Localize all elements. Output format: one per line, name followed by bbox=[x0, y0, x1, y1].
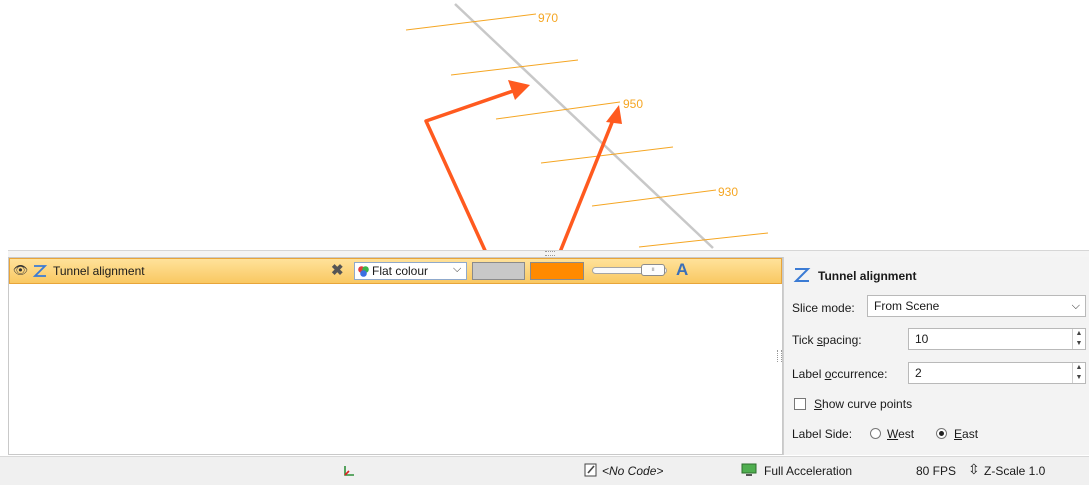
tick-950 bbox=[495, 101, 621, 120]
show-curve-points-label-a: S bbox=[814, 397, 823, 411]
code-value[interactable]: <No Code> bbox=[602, 464, 663, 478]
shape-row-tunnel-alignment[interactable]: 👁 Tunnel alignment ✖ Flat colour ⌵ ıı A bbox=[9, 258, 782, 284]
alignment-line bbox=[454, 3, 714, 249]
tick-960 bbox=[450, 59, 579, 76]
properties-panel: Tunnel alignment Slice mode: From Scene … bbox=[783, 257, 1089, 455]
polyline-icon bbox=[793, 268, 811, 282]
properties-title: Tunnel alignment bbox=[818, 269, 917, 283]
label-side-east-label[interactable]: East bbox=[954, 427, 978, 441]
polyline-icon bbox=[32, 265, 48, 277]
z-scale-icon: ⇳ bbox=[968, 461, 980, 477]
east-label-a: E bbox=[954, 427, 963, 441]
annotation-arrow-label-head bbox=[606, 105, 622, 124]
chevron-down-icon: ⌵ bbox=[453, 263, 462, 275]
label-occurrence-label-a: Label bbox=[792, 367, 825, 381]
colour-mode-value: Flat colour bbox=[372, 264, 429, 278]
label-side-label: Label Side: bbox=[792, 427, 853, 441]
annotation-arrow-line bbox=[424, 88, 517, 250]
tick-spacing-label-c: pacing: bbox=[822, 333, 862, 347]
transparency-slider-handle[interactable]: ıı bbox=[641, 264, 665, 276]
slice-mode-value: From Scene bbox=[874, 299, 940, 313]
west-label-b: est bbox=[898, 427, 915, 441]
chevron-down-icon: ⌵ bbox=[1071, 300, 1080, 312]
tick-label-950: 950 bbox=[623, 97, 643, 111]
show-curve-points-label-b: how curve points bbox=[822, 397, 913, 411]
colour-mode-select[interactable]: Flat colour ⌵ bbox=[354, 262, 467, 280]
tick-spacing-label: Tick spacing: bbox=[792, 333, 862, 347]
label-occurrence-label: Label occurrence: bbox=[792, 367, 887, 381]
line-colour-swatch[interactable] bbox=[472, 262, 525, 280]
scene-canvas[interactable]: 970 950 930 bbox=[8, 0, 1089, 250]
label-occurrence-input[interactable]: 2 ▲ ▼ bbox=[908, 362, 1086, 384]
slice-mode-select[interactable]: From Scene ⌵ bbox=[867, 295, 1086, 317]
label-font-icon[interactable]: A bbox=[676, 260, 688, 280]
slice-mode-label: Slice mode: bbox=[792, 301, 855, 315]
z-scale-readout[interactable]: Z-Scale 1.0 bbox=[984, 464, 1045, 478]
status-bar: <No Code> Full Acceleration 80 FPS ⇳ Z-S… bbox=[0, 456, 1089, 485]
shapes-list bbox=[8, 257, 783, 455]
visibility-eye-icon[interactable]: 👁 bbox=[13, 263, 28, 277]
label-side-east-radio[interactable] bbox=[936, 428, 947, 439]
remove-icon[interactable]: ✖ bbox=[331, 261, 344, 279]
show-curve-points-checkbox[interactable] bbox=[794, 398, 806, 410]
label-occurrence-value: 2 bbox=[915, 366, 922, 380]
splitter-grip[interactable] bbox=[545, 251, 555, 256]
tick-spacing-value: 10 bbox=[915, 332, 929, 346]
shape-name: Tunnel alignment bbox=[53, 264, 145, 278]
edit-code-icon[interactable] bbox=[584, 463, 598, 477]
annotation-arrow-label bbox=[558, 119, 615, 250]
tick-spacing-input[interactable]: 10 ▲ ▼ bbox=[908, 328, 1086, 350]
tick-spacing-stepper[interactable]: ▲ ▼ bbox=[1072, 329, 1085, 349]
scene-viewport[interactable]: 970 950 930 bbox=[8, 0, 1089, 250]
east-label-b: ast bbox=[962, 427, 979, 441]
label-side-west-radio[interactable] bbox=[870, 428, 881, 439]
west-label-a: W bbox=[887, 427, 899, 441]
tick-label-970: 970 bbox=[538, 11, 558, 25]
tick-label-930: 930 bbox=[718, 185, 738, 199]
label-colour-swatch[interactable] bbox=[530, 262, 584, 280]
fps-readout: 80 FPS bbox=[916, 464, 957, 478]
show-curve-points-label[interactable]: Show curve points bbox=[814, 397, 912, 411]
acceleration-status: Full Acceleration bbox=[764, 464, 853, 478]
axes-icon bbox=[344, 466, 354, 476]
vertical-splitter-grip[interactable] bbox=[777, 350, 782, 362]
label-side-west-label[interactable]: West bbox=[887, 427, 914, 441]
label-occurrence-label-c: ccurrence: bbox=[831, 367, 888, 381]
monitor-icon bbox=[741, 463, 757, 476]
tick-spacing-label-a: Tick bbox=[792, 333, 817, 347]
label-occurrence-stepper[interactable]: ▲ ▼ bbox=[1072, 363, 1085, 383]
tick-970 bbox=[405, 13, 537, 31]
rgb-circles-icon bbox=[358, 266, 369, 277]
tick-920 bbox=[638, 232, 769, 248]
